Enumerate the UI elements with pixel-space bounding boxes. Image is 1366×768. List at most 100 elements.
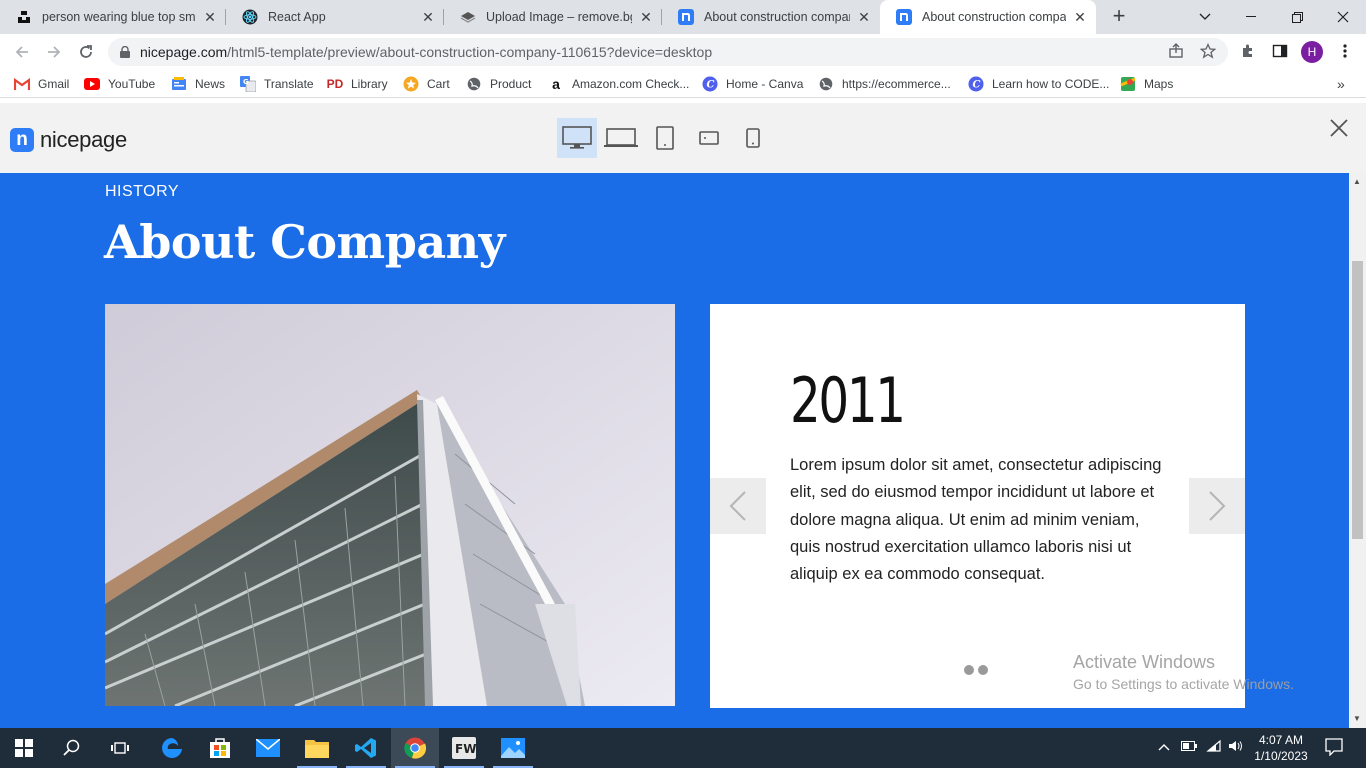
next-slide-button[interactable] <box>1189 478 1245 534</box>
bookmarks-overflow-icon[interactable]: » <box>1337 75 1345 93</box>
vscode-icon <box>355 738 376 758</box>
restore-button[interactable] <box>1274 0 1320 34</box>
slide-text: Lorem ipsum dolor sit amet, consectetur … <box>790 456 1162 584</box>
share-icon[interactable] <box>1165 40 1187 62</box>
edge-taskbar-button[interactable] <box>148 728 196 768</box>
tab-search-icon[interactable] <box>1182 0 1228 34</box>
svg-text:C: C <box>707 80 715 91</box>
tab-title: Upload Image – remove.bg <box>486 10 632 24</box>
tab-strip: person wearing blue top smil ✕ React App… <box>0 0 1366 34</box>
store-taskbar-button[interactable] <box>196 728 244 768</box>
close-tab-icon[interactable]: ✕ <box>420 9 436 26</box>
close-tab-icon[interactable]: ✕ <box>1072 9 1088 26</box>
bookmark-product[interactable]: Product <box>466 75 531 93</box>
tab-nicepage-active[interactable]: About construction company ✕ <box>880 0 1096 34</box>
clock-time: 4:07 AM <box>1258 733 1304 747</box>
close-preview-icon[interactable] <box>1330 118 1348 142</box>
library-icon: PD <box>326 77 344 91</box>
slide-dot-1[interactable] <box>964 665 974 675</box>
new-tab-button[interactable]: + <box>1107 5 1131 29</box>
task-view-button[interactable] <box>96 728 144 768</box>
windows-taskbar: FW 4:07 AM 1/10/2023 <box>0 728 1366 768</box>
bookmark-news[interactable]: News <box>171 75 225 93</box>
slide-dot-2[interactable] <box>978 665 988 675</box>
nicepage-logo-text: nicepage <box>40 127 127 152</box>
close-window-button[interactable] <box>1320 0 1366 34</box>
bookmark-canva[interactable]: C Home - Canva <box>702 75 803 93</box>
start-button[interactable] <box>0 728 48 768</box>
extensions-icon[interactable] <box>1237 40 1259 62</box>
show-hidden-icons[interactable] <box>1158 740 1170 754</box>
chrome-icon <box>404 737 426 759</box>
bookmark-label: Gmail <box>38 77 70 91</box>
search-button[interactable] <box>48 728 96 768</box>
bookmark-learn-code[interactable]: C Learn how to CODE... <box>968 75 1109 93</box>
about-section: HISTORY About Company 2011 Lorem ipsum d… <box>0 173 1349 728</box>
tab-unsplash[interactable]: person wearing blue top smil ✕ <box>0 0 226 34</box>
battery-icon[interactable] <box>1181 740 1197 754</box>
mail-taskbar-button[interactable] <box>244 728 292 768</box>
minimize-button[interactable] <box>1228 0 1274 34</box>
phone-device-button[interactable] <box>733 118 773 158</box>
windows-icon <box>15 739 33 757</box>
vscode-taskbar-button[interactable] <box>342 728 390 768</box>
back-button[interactable] <box>10 40 34 64</box>
search-icon <box>63 739 80 756</box>
cart-icon <box>403 76 419 92</box>
tablet-landscape-device-button[interactable] <box>689 118 729 158</box>
bookmark-maps[interactable]: Maps <box>1120 75 1173 93</box>
wifi-icon[interactable] <box>1206 739 1222 755</box>
url-host: nicepage.com <box>140 44 228 60</box>
bookmark-library[interactable]: PD Library <box>327 75 388 93</box>
bookmark-gmail[interactable]: Gmail <box>14 75 69 93</box>
fw-taskbar-button[interactable]: FW <box>440 728 488 768</box>
bookmark-label: Cart <box>427 77 450 91</box>
close-tab-icon[interactable]: ✕ <box>638 9 654 26</box>
youtube-icon <box>84 76 100 92</box>
bookmark-youtube[interactable]: YouTube <box>84 75 155 93</box>
chrome-taskbar-button[interactable] <box>391 728 439 768</box>
previous-slide-button[interactable] <box>710 478 766 534</box>
bookmark-ecommerce[interactable]: https://ecommerce... <box>818 75 951 93</box>
slide-year: 2011 <box>790 364 906 437</box>
scrollbar-thumb[interactable] <box>1352 261 1363 539</box>
notifications-icon[interactable] <box>1325 738 1343 759</box>
translate-icon: G <box>240 76 256 92</box>
scroll-down-icon[interactable]: ▼ <box>1353 714 1361 723</box>
history-card: 2011 Lorem ipsum dolor sit amet, consect… <box>710 304 1245 708</box>
bookmark-translate[interactable]: G Translate <box>240 75 314 93</box>
nicepage-icon <box>678 9 694 25</box>
bookmark-amazon[interactable]: a Amazon.com Check... <box>548 75 689 93</box>
bookmark-star-icon[interactable] <box>1197 40 1219 62</box>
menu-kebab-icon[interactable] <box>1334 40 1356 62</box>
bookmark-label: Home - Canva <box>726 77 804 91</box>
laptop-device-button[interactable] <box>601 118 641 158</box>
address-bar[interactable]: nicepage.com/html5-template/preview/abou… <box>108 38 1228 66</box>
scroll-up-icon[interactable]: ▲ <box>1353 177 1361 186</box>
side-panel-icon[interactable] <box>1269 40 1291 62</box>
system-clock[interactable]: 4:07 AM 1/10/2023 <box>1248 732 1314 764</box>
bookmark-label: Product <box>490 77 532 91</box>
nicepage-logo[interactable]: n nicepage <box>10 127 127 153</box>
photos-taskbar-button[interactable] <box>489 728 537 768</box>
section-heading: About Company <box>104 215 505 269</box>
volume-icon[interactable] <box>1228 740 1244 755</box>
unsplash-icon <box>16 9 32 25</box>
tablet-device-button[interactable] <box>645 118 685 158</box>
reload-button[interactable] <box>74 40 98 64</box>
tab-nicepage-1[interactable]: About construction company ✕ <box>662 0 880 34</box>
slide-indicators <box>964 665 988 675</box>
bookmark-label: Maps <box>1144 77 1174 91</box>
bookmark-cart[interactable]: Cart <box>403 75 450 93</box>
page-scrollbar[interactable]: ▲ ▼ <box>1349 173 1366 728</box>
close-tab-icon[interactable]: ✕ <box>202 9 218 26</box>
tab-removebg[interactable]: Upload Image – remove.bg ✕ <box>444 0 662 34</box>
clock-date: 1/10/2023 <box>1254 749 1308 763</box>
tab-react-app[interactable]: React App ✕ <box>226 0 444 34</box>
close-tab-icon[interactable]: ✕ <box>856 9 872 26</box>
globe-icon <box>466 76 482 92</box>
file-explorer-taskbar-button[interactable] <box>293 728 341 768</box>
forward-button[interactable] <box>42 40 66 64</box>
profile-avatar[interactable]: H <box>1301 41 1323 63</box>
desktop-device-button[interactable] <box>557 118 597 158</box>
